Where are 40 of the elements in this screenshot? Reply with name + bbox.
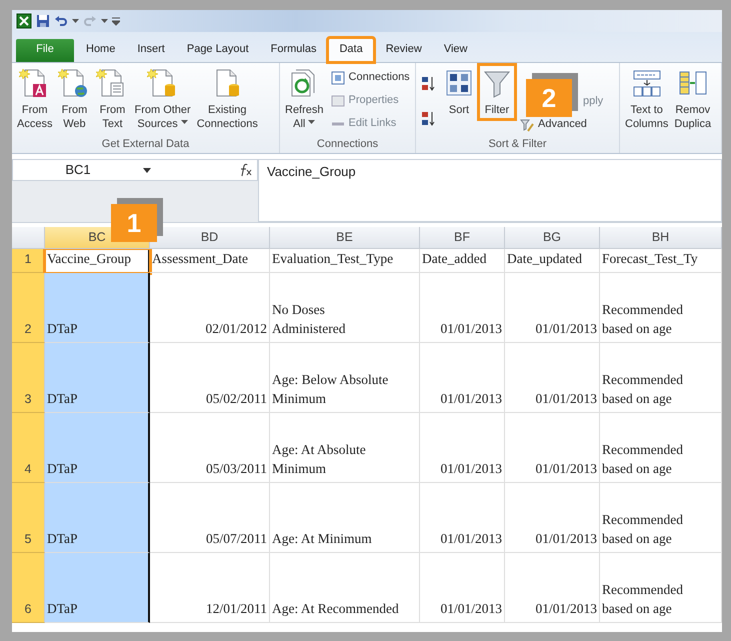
table-cell: 01/01/2013 bbox=[505, 413, 600, 483]
table-cell: 01/01/2013 bbox=[420, 413, 505, 483]
table-cell: Recommended based on age bbox=[600, 343, 722, 413]
table-cell: Age: At Absolute Minimum bbox=[270, 413, 420, 483]
group-label: Connections bbox=[316, 137, 380, 152]
callout-tooltip: 2 bbox=[526, 79, 572, 117]
table-cell: 01/01/2013 bbox=[505, 483, 600, 553]
header-cell: Forecast_Test_Ty bbox=[600, 249, 722, 273]
group-label: Sort & Filter bbox=[487, 137, 548, 152]
header-cell: Date_added bbox=[420, 249, 505, 273]
table-cell: DTaP bbox=[45, 483, 150, 553]
table-cell: DTaP bbox=[45, 273, 150, 343]
group-label: Get External Data bbox=[100, 137, 190, 152]
table-cell: 01/01/2013 bbox=[420, 553, 505, 623]
table-cell: 01/01/2013 bbox=[420, 483, 505, 553]
header-cell: Date_updated bbox=[505, 249, 600, 273]
table-cell: 01/01/2013 bbox=[420, 343, 505, 413]
table-cell: 05/02/2011 bbox=[150, 343, 270, 413]
header-cell: Assessment_Date bbox=[150, 249, 270, 273]
table-cell: 01/01/2013 bbox=[505, 553, 600, 623]
table-cell: No Doses Administered bbox=[270, 273, 420, 343]
table-cell: 05/07/2011 bbox=[150, 483, 270, 553]
table-cell: 01/01/2013 bbox=[505, 343, 600, 413]
table-cell: 01/01/2013 bbox=[420, 273, 505, 343]
table-cell: Recommended based on age bbox=[600, 483, 722, 553]
table-cell: DTaP bbox=[45, 553, 150, 623]
table-cell: Age: Below Absolute Minimum bbox=[270, 343, 420, 413]
table-cell: Recommended based on age bbox=[600, 413, 722, 483]
table-cell: 01/01/2013 bbox=[505, 273, 600, 343]
table-cell: DTaP bbox=[45, 413, 150, 483]
header-cell: Evaluation_Test_Type bbox=[270, 249, 420, 273]
table-cell: Recommended based on age bbox=[600, 273, 722, 343]
table-cell: Age: At Recommended bbox=[270, 553, 420, 623]
callout-tooltip: 1 bbox=[111, 204, 157, 242]
table-cell: Recommended based on age bbox=[600, 553, 722, 623]
table-cell: Age: At Minimum bbox=[270, 483, 420, 553]
table-cell: 02/01/2012 bbox=[150, 273, 270, 343]
table-cell: 12/01/2011 bbox=[150, 553, 270, 623]
table-cell: 05/03/2011 bbox=[150, 413, 270, 483]
table-cell: DTaP bbox=[45, 343, 150, 413]
